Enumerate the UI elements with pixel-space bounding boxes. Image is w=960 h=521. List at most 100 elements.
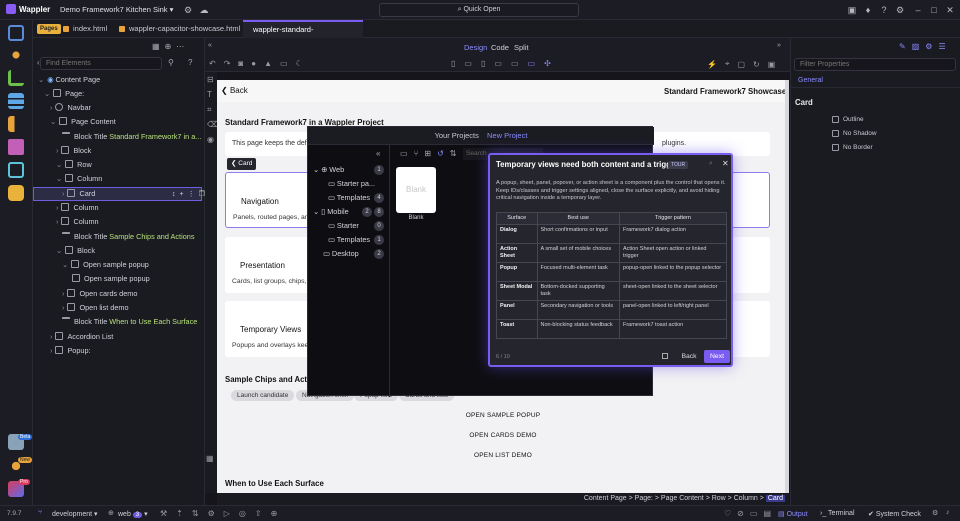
tree-node-button-text[interactable]: Open sample popup: [72, 272, 150, 286]
monitor-icon[interactable]: ▭: [528, 59, 536, 68]
grid-view-icon[interactable]: ⊞: [424, 149, 431, 158]
tree-node-button[interactable]: › Open list demo: [62, 301, 129, 315]
list-icon[interactable]: ☰: [938, 42, 945, 51]
collapse-sidebar-icon[interactable]: «: [376, 149, 380, 158]
find-elements-input[interactable]: Find Elements: [40, 57, 162, 70]
settings-icon[interactable]: ⚙: [932, 509, 938, 517]
tablet-icon[interactable]: ▯: [481, 59, 485, 68]
canvas-scrollbar[interactable]: [785, 80, 789, 493]
folder-icon[interactable]: ▭: [400, 149, 408, 158]
tree-node-block-title[interactable]: Block Title When to Use Each Surface: [62, 315, 197, 329]
outline-checkbox[interactable]: [832, 116, 839, 123]
sync-icon[interactable]: ⇅: [192, 509, 199, 518]
desktop-icon[interactable]: ▭: [280, 59, 288, 68]
select-tool-icon[interactable]: ⊟: [207, 72, 217, 87]
chip[interactable]: Launch candidate: [231, 390, 295, 401]
tree-node-block[interactable]: ⌄ Block: [56, 244, 95, 258]
close-icon[interactable]: ✕: [722, 159, 729, 168]
layout-icon[interactable]: ▣: [846, 4, 858, 16]
dark-mode-icon[interactable]: ☾: [296, 59, 303, 68]
project-folder[interactable]: ▭ Templates: [328, 234, 370, 246]
pin-icon[interactable]: ⌕: [709, 160, 713, 168]
settings-icon[interactable]: ⚙: [894, 4, 906, 16]
tree-node-block-title[interactable]: Block Title Sample Chips and Actions: [62, 230, 194, 244]
bell-icon[interactable]: ♪: [946, 509, 950, 516]
tree-help-icon[interactable]: ?: [188, 58, 192, 67]
outline-icon[interactable]: ▢: [737, 60, 745, 69]
refresh-canvas-icon[interactable]: ↻: [753, 60, 760, 69]
tour-back-button[interactable]: Back: [676, 350, 702, 363]
breadcrumb-current[interactable]: Card: [765, 495, 785, 502]
cloud-icon[interactable]: ☁: [198, 4, 210, 16]
extensions-icon[interactable]: [8, 185, 24, 201]
responsive-icon[interactable]: ✣: [544, 59, 551, 68]
collapse-left-icon[interactable]: «: [208, 42, 212, 49]
database-icon[interactable]: [8, 93, 24, 109]
like-icon[interactable]: ♡: [724, 509, 731, 518]
tree-node-card[interactable]: › Card: [62, 187, 95, 201]
target-selector[interactable]: web 3 ▾: [118, 510, 148, 518]
apple-icon[interactable]: ●: [251, 59, 256, 68]
mode-design[interactable]: Design: [464, 43, 487, 52]
tree-node-content-page[interactable]: ⌄ ◉ Content Page: [38, 73, 100, 87]
assets-icon[interactable]: [8, 139, 24, 155]
screenshot-icon[interactable]: ◙: [238, 59, 243, 68]
tree-node-column[interactable]: › Column: [56, 201, 99, 215]
blank-template-tile[interactable]: Blank: [396, 167, 436, 213]
tree-node-column[interactable]: ⌄ Column: [56, 172, 102, 186]
no-shadow-checkbox[interactable]: [832, 130, 839, 137]
live-icon[interactable]: ▣: [768, 60, 776, 69]
tab-capacitor-showcase[interactable]: wappler-capacitor-showcase.html: [117, 20, 243, 38]
project-selector[interactable]: Demo Framework7 Kitchen Sink ▾: [60, 5, 173, 14]
workflows-icon[interactable]: [8, 47, 24, 63]
redo-icon[interactable]: ↷: [224, 59, 231, 68]
terminal-tab[interactable]: ›_ Terminal: [820, 510, 855, 517]
history-icon[interactable]: ↺: [437, 149, 444, 158]
mode-split[interactable]: Split: [514, 43, 529, 52]
android-icon[interactable]: ▲: [264, 59, 272, 68]
branch-icon[interactable]: ⑂: [414, 149, 419, 158]
grid-toggle-icon[interactable]: ▦: [206, 454, 214, 463]
laptop-icon[interactable]: ▭: [511, 59, 519, 68]
tools-icon[interactable]: ⚙: [208, 509, 215, 518]
play-icon[interactable]: ▷: [224, 509, 230, 518]
project-folder[interactable]: ▭ Starter: [328, 220, 359, 232]
tree-node-button[interactable]: ⌄ Open sample popup: [62, 258, 149, 272]
project-settings-icon[interactable]: ⚙: [182, 4, 194, 16]
wrench-icon[interactable]: ⚒: [160, 509, 167, 518]
project-group-web[interactable]: ⌄ ⊕ Web: [313, 164, 344, 176]
close-window-icon[interactable]: ✕: [944, 4, 956, 16]
inspect-icon[interactable]: ⌖: [725, 59, 730, 69]
eye-icon[interactable]: ◉: [207, 132, 217, 147]
collapse-right-icon[interactable]: »: [777, 42, 781, 49]
tree-node-column[interactable]: › Column: [56, 215, 99, 229]
grid-icon[interactable]: ▦: [152, 42, 160, 51]
system-check-tab[interactable]: ✔ System Check: [868, 510, 921, 518]
more-icon[interactable]: ⋯: [176, 42, 184, 51]
routing-icon[interactable]: [8, 116, 24, 132]
add-icon[interactable]: ⊕: [165, 42, 172, 51]
tree-node-accordion[interactable]: › Accordion List: [50, 330, 113, 344]
open-cards-demo-link[interactable]: OPEN CARDS DEMO: [217, 432, 789, 439]
filter-icon[interactable]: ⚲: [168, 58, 174, 67]
trash-icon[interactable]: ⌫: [207, 117, 218, 132]
project-group-desktop[interactable]: ▭ Desktop: [323, 248, 359, 260]
server-connect-icon[interactable]: [8, 70, 24, 86]
browser-icon[interactable]: ⊕: [271, 509, 278, 518]
move-icon[interactable]: ↕: [172, 191, 176, 198]
no-border-checkbox[interactable]: [832, 144, 839, 151]
edit-icon[interactable]: ✎: [899, 42, 906, 51]
tree-node-navbar[interactable]: › Navbar: [50, 101, 91, 115]
project-group-mobile[interactable]: ⌄ ▯ Mobile: [313, 206, 349, 218]
add-child-icon[interactable]: +: [180, 191, 184, 198]
tree-node-page[interactable]: ⌄ Page:: [44, 87, 84, 101]
gear-icon[interactable]: ⚙: [925, 42, 932, 51]
help-icon[interactable]: ?: [878, 4, 890, 16]
open-list-demo-link[interactable]: OPEN LIST DEMO: [217, 452, 789, 459]
display-icon[interactable]: ▭: [750, 509, 758, 518]
back-link[interactable]: ❮ Back: [221, 86, 248, 95]
pages-button[interactable]: Pages: [37, 24, 61, 34]
phone-landscape-icon[interactable]: ▭: [464, 59, 472, 68]
quick-open-input[interactable]: ⌕ Quick Open: [379, 3, 579, 17]
dislike-icon[interactable]: ⊘: [737, 509, 744, 518]
